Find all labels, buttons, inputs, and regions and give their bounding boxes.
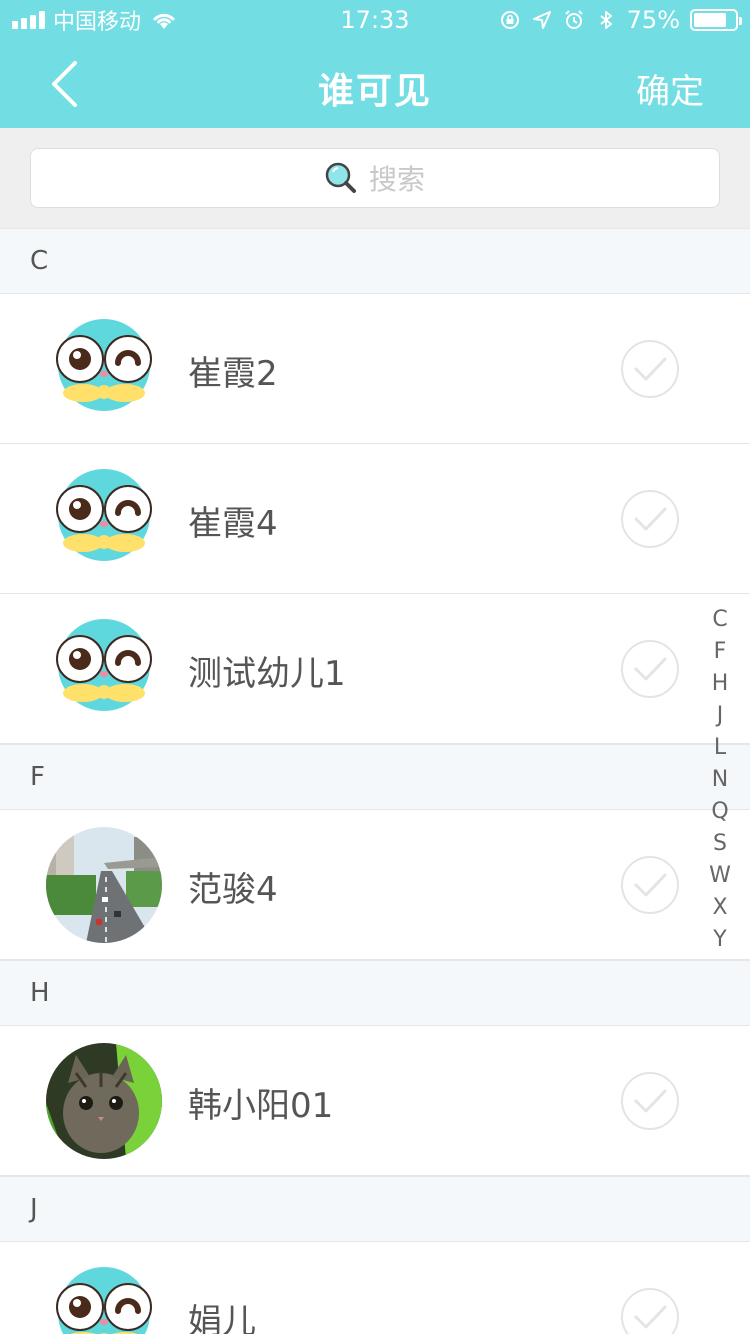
contact-list: C 崔霞2 崔霞4 测试幼儿1 F 范骏4 H 韩小阳01 J 娟儿: [0, 228, 750, 1334]
search-icon: [325, 162, 356, 193]
contact-name: 崔霞4: [188, 504, 278, 544]
avatar: [46, 827, 162, 943]
search-input[interactable]: 搜索: [30, 148, 720, 208]
contact-row[interactable]: 崔霞2: [0, 294, 750, 444]
section-header: J: [0, 1176, 750, 1242]
battery-percent: 75%: [626, 6, 680, 34]
checkbox-icon[interactable]: [620, 639, 680, 699]
contact-name: 娟儿: [188, 1302, 256, 1334]
location-arrow-icon: [532, 11, 551, 29]
checkbox-icon[interactable]: [620, 1071, 680, 1131]
bluetooth-icon: [600, 11, 612, 29]
battery-icon: [690, 9, 742, 31]
contact-row[interactable]: 娟儿: [0, 1242, 750, 1334]
index-letter[interactable]: N: [712, 764, 728, 796]
contact-name: 韩小阳01: [188, 1086, 334, 1126]
index-letter[interactable]: C: [712, 604, 727, 636]
confirm-button[interactable]: 确定: [636, 64, 704, 113]
index-letter[interactable]: H: [712, 668, 729, 700]
index-letter[interactable]: F: [714, 636, 727, 668]
alphabet-index[interactable]: CFHJLNQSWXY: [700, 604, 740, 956]
rotation-lock-icon: [500, 11, 519, 29]
index-letter[interactable]: W: [709, 860, 731, 892]
avatar: [46, 1043, 162, 1159]
index-letter[interactable]: S: [713, 828, 727, 860]
contact-row[interactable]: 测试幼儿1: [0, 594, 750, 744]
status-bar: 中国移动 17:33 75%: [0, 0, 750, 40]
index-letter[interactable]: J: [717, 700, 724, 732]
checkbox-icon[interactable]: [620, 1287, 680, 1334]
section-header: F: [0, 744, 750, 810]
navigation-bar: 谁可见 确定: [0, 40, 750, 128]
avatar: [46, 1259, 162, 1334]
search-area: 搜索: [0, 128, 750, 228]
search-placeholder: 搜索: [368, 163, 425, 196]
avatar: [46, 461, 162, 577]
contact-row[interactable]: 韩小阳01: [0, 1026, 750, 1176]
contact-row[interactable]: 崔霞4: [0, 444, 750, 594]
checkbox-icon[interactable]: [620, 489, 680, 549]
contact-row[interactable]: 范骏4: [0, 810, 750, 960]
index-letter[interactable]: Y: [713, 924, 726, 956]
section-header: H: [0, 960, 750, 1026]
alarm-icon: [564, 10, 583, 29]
checkbox-icon[interactable]: [620, 339, 680, 399]
contact-name: 崔霞2: [188, 354, 278, 394]
avatar: [46, 611, 162, 727]
avatar: [46, 311, 162, 427]
section-header: C: [0, 228, 750, 294]
index-letter[interactable]: L: [714, 732, 726, 764]
contact-name: 范骏4: [188, 870, 278, 910]
status-right: 75%: [499, 6, 742, 34]
index-letter[interactable]: Q: [711, 796, 728, 828]
index-letter[interactable]: X: [712, 892, 727, 924]
contact-name: 测试幼儿1: [188, 654, 346, 694]
checkbox-icon[interactable]: [620, 855, 680, 915]
